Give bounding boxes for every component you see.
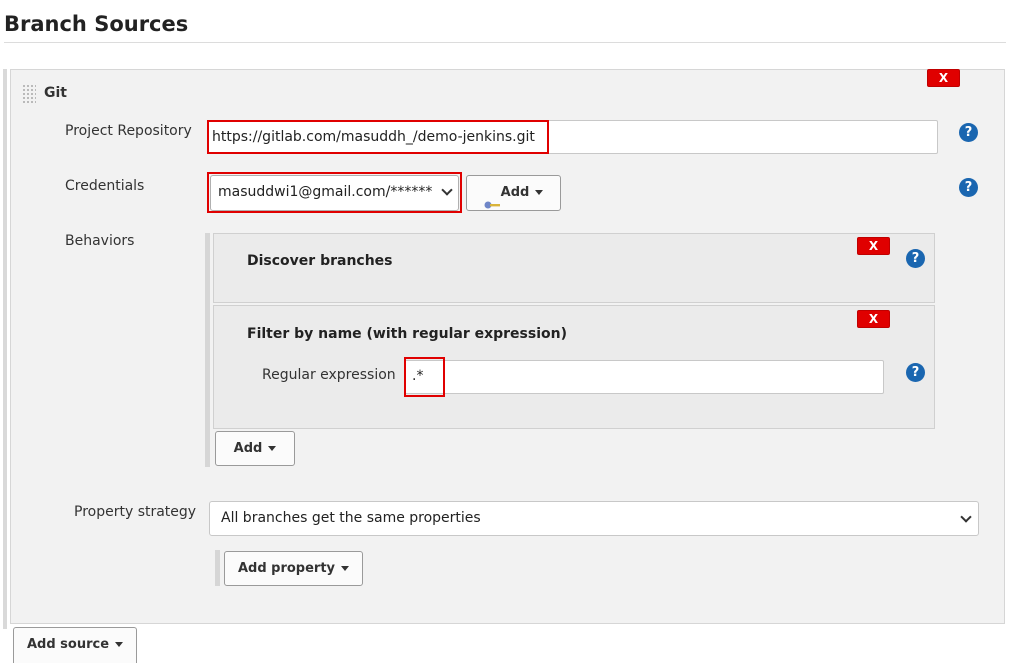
regular-expression-label: Regular expression [262, 367, 396, 383]
caret-down-icon [341, 566, 350, 571]
add-behavior-label: Add [233, 441, 263, 456]
behaviors-bar [205, 233, 210, 467]
caret-down-icon [535, 190, 544, 195]
regular-expression-value: .* [412, 368, 424, 384]
git-panel-bar [3, 69, 7, 629]
credentials-label: Credentials [65, 178, 145, 194]
delete-behavior-button[interactable]: X [857, 310, 890, 328]
drag-handle-icon[interactable] [22, 84, 36, 104]
add-property-label: Add property [237, 561, 336, 576]
caret-down-icon [268, 446, 277, 451]
behavior-title: Discover branches [247, 253, 393, 269]
regular-expression-input[interactable] [404, 360, 884, 394]
help-icon[interactable]: ? [906, 363, 925, 382]
help-icon[interactable]: ? [959, 123, 978, 142]
page-title: Branch Sources [4, 12, 189, 36]
caret-down-icon [115, 642, 124, 647]
add-credentials-button[interactable]: Add [466, 175, 561, 211]
project-repository-label: Project Repository [65, 123, 192, 139]
help-icon[interactable]: ? [959, 178, 978, 197]
property-strategy-label: Property strategy [74, 504, 197, 520]
property-strategy-selected-value: All branches get the same properties [221, 510, 481, 526]
add-behavior-button[interactable]: Add [215, 431, 295, 466]
project-repository-value: https://gitlab.com/masuddh_/demo-jenkins… [212, 129, 535, 145]
add-property-button[interactable]: Add property [224, 551, 363, 586]
git-source-title: Git [44, 85, 67, 101]
delete-behavior-button[interactable]: X [857, 237, 890, 255]
behaviors-label: Behaviors [65, 233, 135, 249]
help-icon[interactable]: ? [906, 249, 925, 268]
add-credentials-label: Add [500, 185, 530, 200]
add-source-label: Add source [26, 637, 110, 652]
behavior-title: Filter by name (with regular expression) [247, 326, 567, 342]
add-source-button[interactable]: Add source [13, 627, 137, 663]
delete-git-source-button[interactable]: X [927, 69, 960, 87]
regex-highlight-box [404, 357, 445, 397]
credentials-selected-value: masuddwi1@gmail.com/****** [218, 184, 433, 200]
title-divider [4, 42, 1006, 43]
key-icon [484, 189, 500, 208]
property-bar [215, 550, 220, 586]
